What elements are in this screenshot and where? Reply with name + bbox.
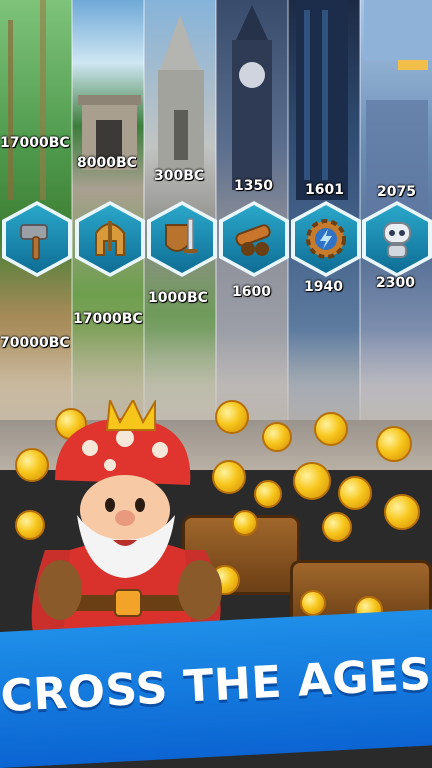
era-year-top: 2075 — [377, 184, 416, 200]
king-character — [31, 400, 222, 640]
era-year-top: 8000BC — [77, 155, 137, 171]
gold-coin — [254, 480, 282, 508]
gold-coin — [338, 476, 372, 510]
era-year-top: 17000BC — [0, 135, 70, 151]
stone-hammer-icon — [20, 224, 48, 260]
era-year-bottom: 1940 — [304, 279, 343, 295]
robot-icon — [383, 222, 411, 258]
gold-coin — [384, 494, 420, 530]
era-year-bottom: 1000BC — [148, 290, 208, 306]
gold-coin — [262, 422, 292, 452]
cannon-icon — [235, 224, 271, 256]
gold-coin — [293, 462, 331, 500]
king-arm-left — [38, 560, 82, 620]
king-crown — [105, 400, 156, 431]
game-promo-screen: 17000BC 8000BC 300BC 1350 1601 2075 7000… — [0, 0, 432, 768]
sword-shield-icon — [165, 218, 197, 254]
spartan-helmet-icon — [95, 221, 125, 256]
gold-coin — [322, 512, 352, 542]
era-year-bottom: 70000BC — [0, 335, 70, 351]
gold-coin — [376, 426, 412, 462]
era-year-top: 1350 — [234, 178, 273, 194]
belt-buckle — [114, 589, 142, 617]
era-year-top: 1601 — [305, 182, 344, 198]
era-year-top: 300BC — [154, 168, 205, 184]
gold-coin — [300, 590, 326, 616]
era-year-bottom: 1600 — [232, 284, 271, 300]
era-year-bottom: 17000BC — [73, 311, 143, 327]
era-year-bottom: 2300 — [376, 275, 415, 291]
energy-gear-icon — [306, 219, 346, 259]
king-arm-right — [178, 560, 222, 620]
gold-coin — [314, 412, 348, 446]
